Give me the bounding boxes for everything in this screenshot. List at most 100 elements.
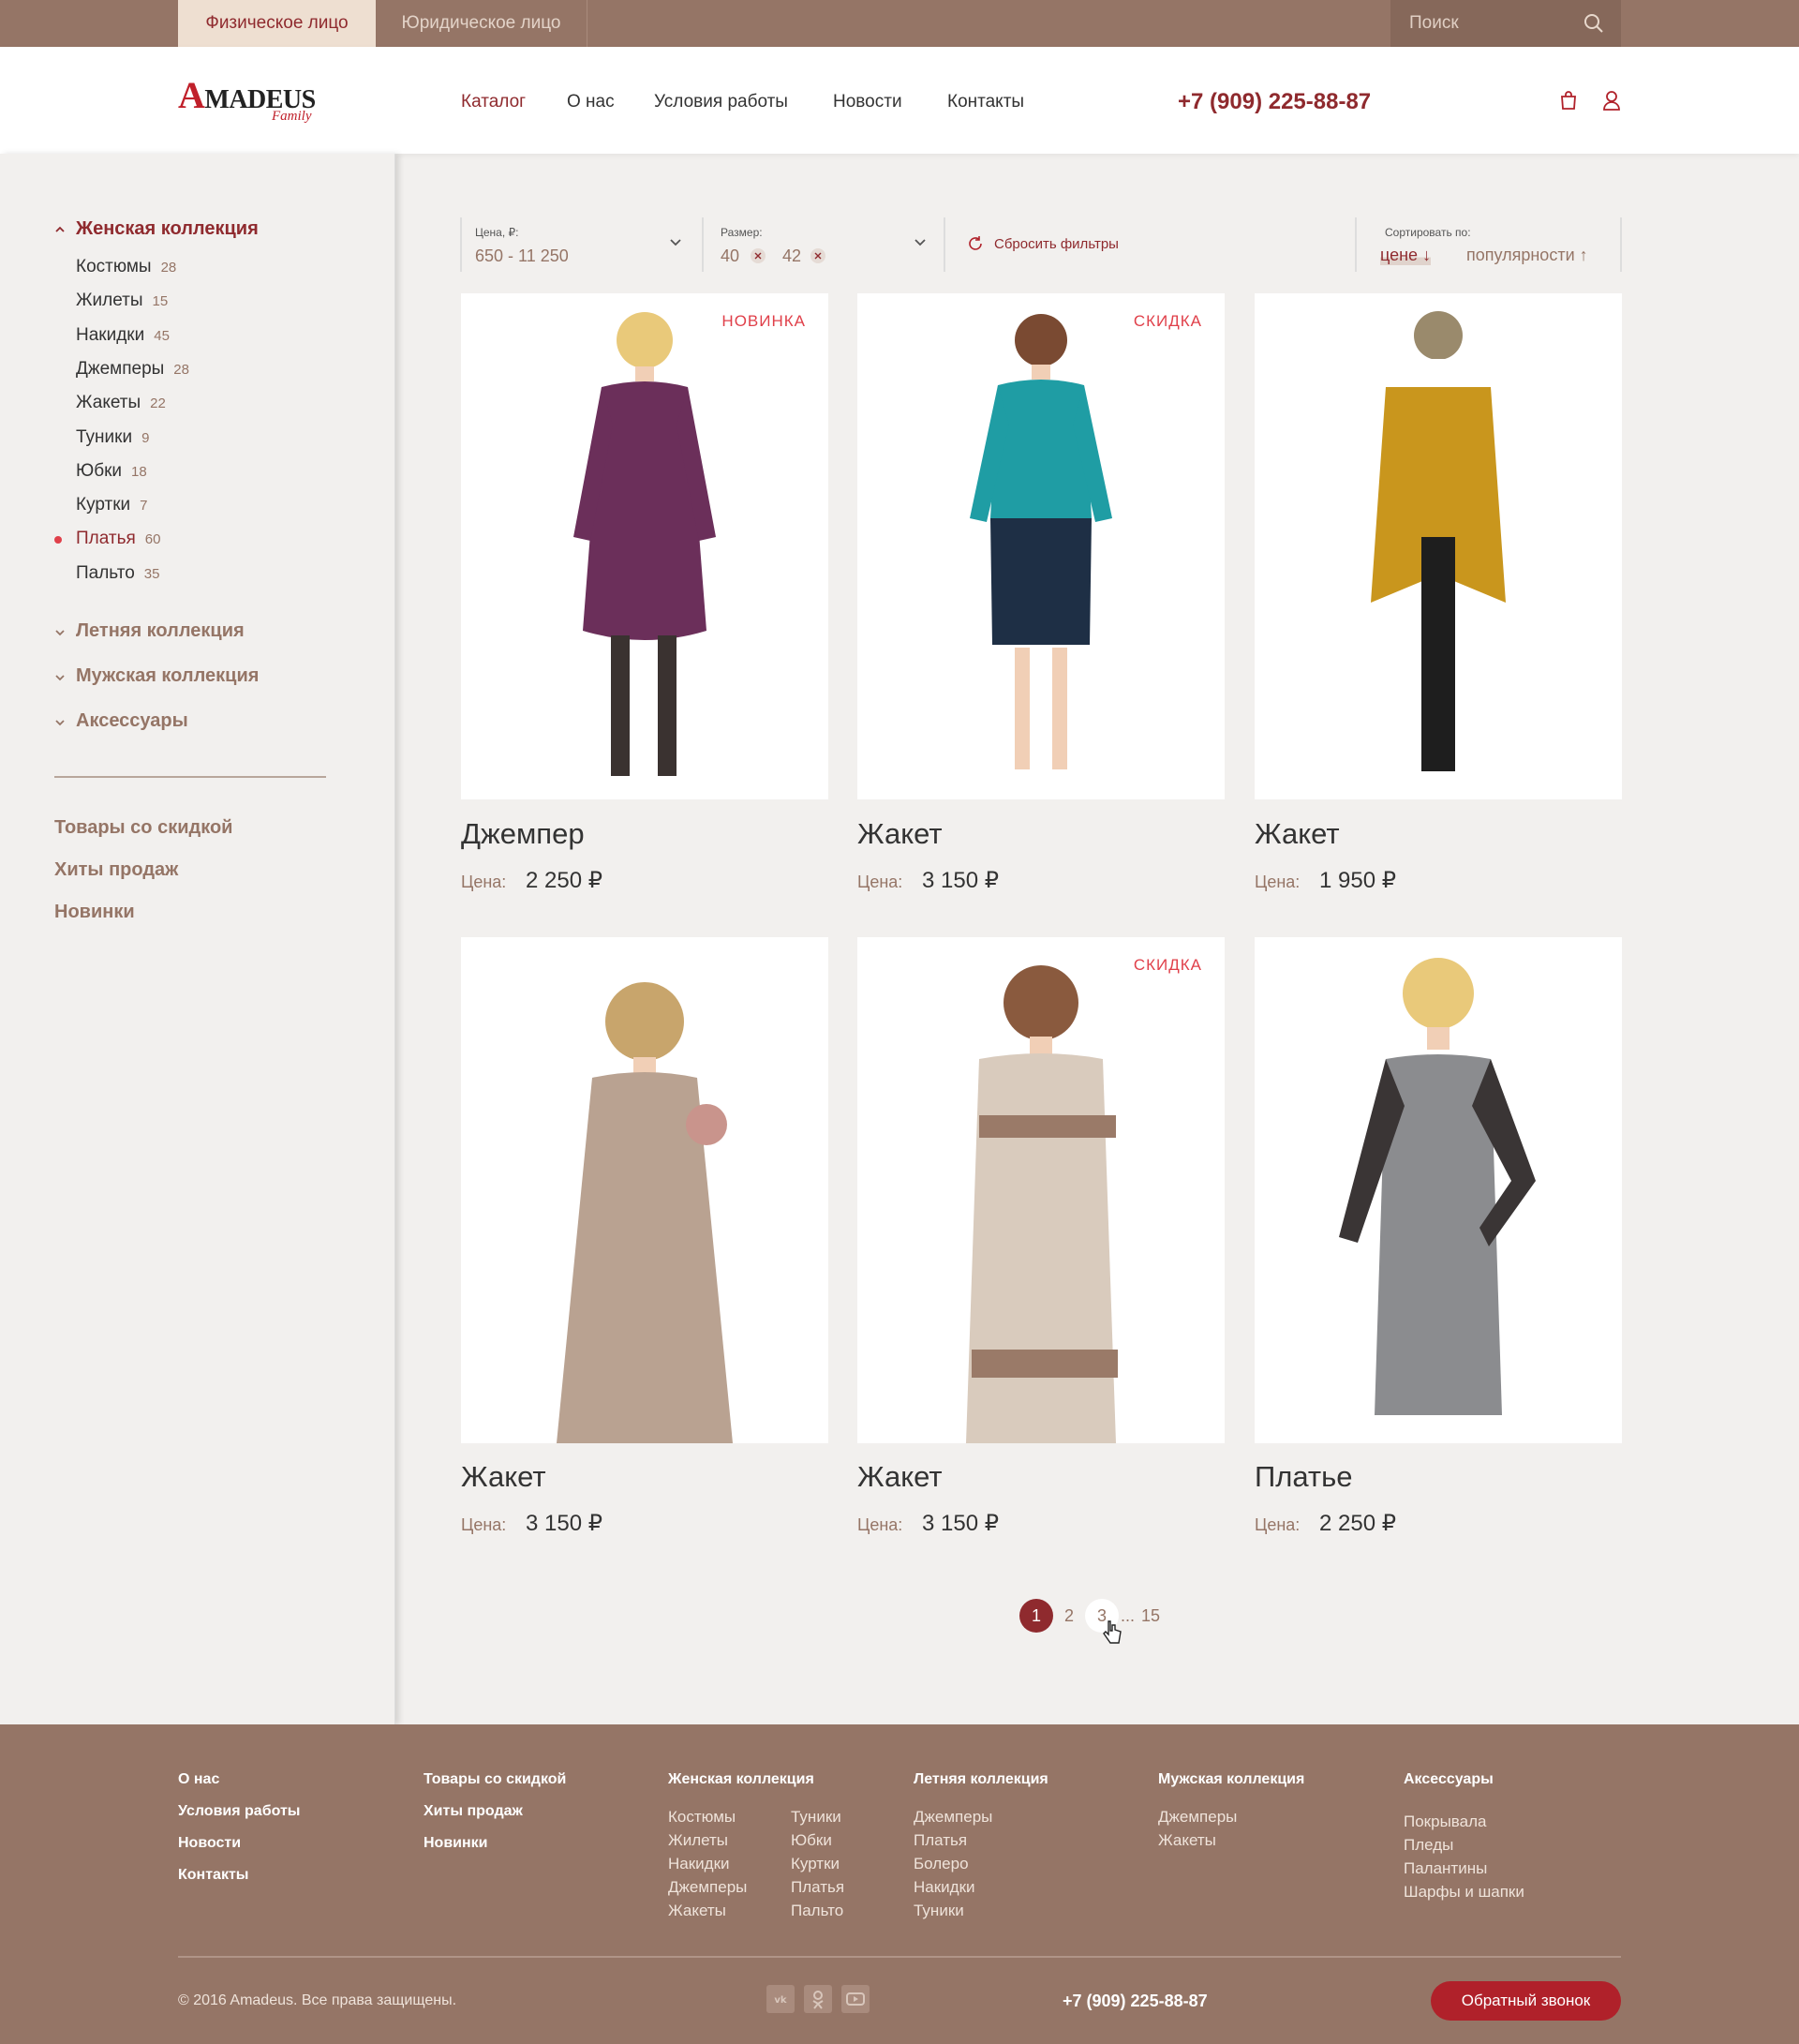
- sidebar-item-capes[interactable]: Накидки 45: [76, 325, 170, 346]
- close-icon[interactable]: [751, 248, 766, 263]
- hand-cursor-icon: [1103, 1620, 1122, 1644]
- link-bestsellers[interactable]: Хиты продаж: [54, 859, 178, 881]
- refresh-icon[interactable]: [967, 235, 984, 252]
- product-name[interactable]: Жакет: [461, 1460, 546, 1494]
- youtube-icon[interactable]: [841, 1985, 870, 2013]
- product-card[interactable]: [461, 937, 828, 1443]
- tab-individual[interactable]: Физическое лицо: [178, 0, 376, 47]
- footer-link[interactable]: Туники: [914, 1902, 964, 1920]
- sidebar-item-tunics[interactable]: Туники 9: [76, 427, 149, 448]
- footer-link[interactable]: Джемперы: [668, 1878, 747, 1897]
- footer-link[interactable]: Болеро: [914, 1855, 969, 1873]
- footer-heading-accessories[interactable]: Аксессуары: [1404, 1771, 1494, 1788]
- callback-button[interactable]: Обратный звонок: [1431, 1981, 1621, 2021]
- footer-link[interactable]: Пальто: [791, 1902, 843, 1920]
- footer-link-about[interactable]: О нас: [178, 1771, 219, 1788]
- sidebar-item-jackets[interactable]: Жакеты 22: [76, 393, 166, 413]
- product-card[interactable]: НОВИНКА: [461, 293, 828, 799]
- reset-filters-button[interactable]: Сбросить фильтры: [994, 236, 1119, 252]
- category-summer[interactable]: Летняя коллекция: [76, 620, 245, 642]
- category-accessories[interactable]: Аксессуары: [76, 710, 188, 732]
- footer-link[interactable]: Жилеты: [668, 1831, 728, 1850]
- close-icon[interactable]: [810, 248, 825, 263]
- header-phone[interactable]: +7 (909) 225-88-87: [1178, 89, 1371, 115]
- category-men[interactable]: Мужская коллекция: [76, 665, 259, 687]
- price-filter[interactable]: Цена, ₽: 650 - 11 250: [460, 217, 702, 272]
- footer-link-bestsellers[interactable]: Хиты продаж: [424, 1803, 523, 1820]
- chevron-down-icon[interactable]: [669, 238, 682, 247]
- footer-link[interactable]: Накидки: [668, 1855, 730, 1873]
- sidebar-item-coats-short[interactable]: Куртки 7: [76, 495, 147, 515]
- sidebar-item-suits[interactable]: Костюмы 28: [76, 257, 176, 277]
- sidebar-item-vests[interactable]: Жилеты 15: [76, 291, 168, 311]
- page-last[interactable]: 15: [1141, 1606, 1160, 1626]
- sort-by-popularity[interactable]: популярности ↑: [1466, 246, 1588, 265]
- product-name[interactable]: Жакет: [857, 817, 943, 851]
- sidebar-item-coats[interactable]: Пальто 35: [76, 563, 159, 584]
- product-card[interactable]: СКИДКА: [857, 937, 1225, 1443]
- product-name[interactable]: Джемпер: [461, 817, 585, 851]
- footer-link[interactable]: Куртки: [791, 1855, 840, 1873]
- link-discounts[interactable]: Товары со скидкой: [54, 817, 232, 839]
- chevron-down-icon[interactable]: [54, 672, 66, 683]
- nav-about[interactable]: О нас: [567, 92, 615, 112]
- search-input[interactable]: Поиск: [1390, 0, 1621, 47]
- item-label: Жакеты: [76, 393, 141, 412]
- product-name[interactable]: Жакет: [1255, 817, 1340, 851]
- footer-link-discounts[interactable]: Товары со скидкой: [424, 1771, 566, 1788]
- footer-heading-summer[interactable]: Летняя коллекция: [914, 1771, 1048, 1788]
- product-name[interactable]: Платье: [1255, 1460, 1353, 1494]
- footer-link-contacts[interactable]: Контакты: [178, 1867, 248, 1884]
- footer-link[interactable]: Покрывала: [1404, 1813, 1486, 1831]
- sidebar-item-dresses[interactable]: Платья 60: [76, 529, 160, 549]
- footer-link[interactable]: Жакеты: [668, 1902, 726, 1920]
- chevron-down-icon[interactable]: [914, 238, 927, 247]
- size-filter[interactable]: Размер: 40 42: [702, 217, 944, 272]
- page-2[interactable]: 2: [1064, 1606, 1074, 1626]
- product-card[interactable]: [1255, 937, 1622, 1443]
- footer-link[interactable]: Костюмы: [668, 1808, 736, 1827]
- footer-link[interactable]: Шарфы и шапки: [1404, 1883, 1524, 1902]
- amadeus-logo[interactable]: AMADEUS Family: [178, 73, 316, 124]
- odnoklassniki-icon[interactable]: [804, 1985, 832, 2013]
- size-filter-label: Размер:: [721, 226, 763, 239]
- product-name[interactable]: Жакет: [857, 1460, 943, 1494]
- sort-by-price[interactable]: цене ↓: [1380, 246, 1432, 265]
- sidebar-item-skirts[interactable]: Юбки 18: [76, 461, 147, 482]
- category-women[interactable]: Женская коллекция: [76, 218, 259, 240]
- item-label: Пальто: [76, 563, 135, 583]
- sidebar-item-jumpers[interactable]: Джемперы 28: [76, 359, 189, 380]
- page-1[interactable]: 1: [1019, 1599, 1053, 1633]
- footer-link[interactable]: Палантины: [1404, 1859, 1487, 1878]
- footer-link[interactable]: Пледы: [1404, 1836, 1453, 1855]
- chevron-down-icon[interactable]: [54, 717, 66, 728]
- footer-heading-women[interactable]: Женская коллекция: [668, 1771, 814, 1788]
- tab-legal-entity[interactable]: Юридическое лицо: [376, 0, 587, 47]
- nav-terms[interactable]: Условия работы: [654, 92, 788, 112]
- user-icon[interactable]: [1602, 90, 1621, 111]
- product-card[interactable]: [1255, 293, 1622, 799]
- bag-icon[interactable]: [1559, 90, 1578, 111]
- footer-link[interactable]: Джемперы: [914, 1808, 992, 1827]
- footer-link[interactable]: Туники: [791, 1808, 841, 1827]
- search-icon[interactable]: [1583, 13, 1604, 34]
- footer-heading-men[interactable]: Мужская коллекция: [1158, 1771, 1304, 1788]
- product-card[interactable]: СКИДКА: [857, 293, 1225, 799]
- footer-phone[interactable]: +7 (909) 225-88-87: [1063, 1992, 1208, 2011]
- footer-link[interactable]: Юбки: [791, 1831, 832, 1850]
- footer-link-terms[interactable]: Условия работы: [178, 1803, 300, 1820]
- footer-link-new[interactable]: Новинки: [424, 1835, 488, 1852]
- footer-link[interactable]: Жакеты: [1158, 1831, 1216, 1850]
- chevron-down-icon[interactable]: [54, 627, 66, 638]
- link-new[interactable]: Новинки: [54, 902, 135, 923]
- vk-icon[interactable]: vk: [766, 1985, 795, 2013]
- footer-link[interactable]: Платья: [914, 1831, 967, 1850]
- nav-contacts[interactable]: Контакты: [947, 92, 1024, 112]
- footer-link[interactable]: Джемперы: [1158, 1808, 1237, 1827]
- footer-link[interactable]: Накидки: [914, 1878, 975, 1897]
- chevron-up-icon[interactable]: [54, 224, 66, 235]
- footer-link-news[interactable]: Новости: [178, 1835, 241, 1852]
- nav-news[interactable]: Новости: [833, 92, 902, 112]
- footer-link[interactable]: Платья: [791, 1878, 844, 1897]
- nav-catalog[interactable]: Каталог: [461, 92, 526, 112]
